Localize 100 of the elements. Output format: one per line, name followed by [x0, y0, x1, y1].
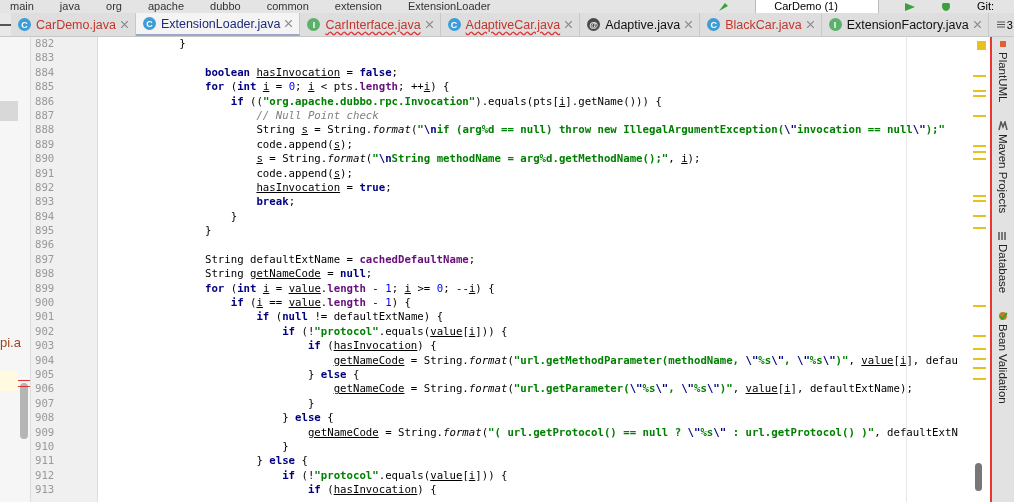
method-name: format: [327, 152, 366, 166]
close-icon[interactable]: [425, 21, 433, 28]
line-number: 892: [35, 180, 56, 196]
string-literal: String methodName = arg%d.getMethodName();": [391, 152, 669, 166]
close-icon[interactable]: [120, 21, 128, 28]
line-number: 886: [35, 94, 56, 109]
variable-name: i: [784, 382, 791, 396]
code-text: (: [250, 296, 257, 310]
method-name: format: [468, 382, 508, 396]
code-text: (!: [301, 468, 315, 482]
variable-name: i: [404, 281, 411, 295]
run-config-dropdown[interactable]: CarDemo (1): [755, 0, 879, 13]
breadcrumb-item[interactable]: org: [106, 0, 122, 13]
variable-name: s: [333, 166, 341, 180]
database-icon: [998, 230, 1008, 241]
file-type-icon: C: [18, 18, 31, 31]
close-icon[interactable]: [285, 20, 293, 27]
keyword: if: [307, 483, 321, 497]
code-text: , defaultExtN: [874, 425, 958, 439]
code-text: = String.: [410, 382, 469, 396]
escape-sequence: \": [655, 382, 669, 396]
number-literal: 1: [385, 281, 392, 295]
breadcrumb-item[interactable]: main: [10, 0, 34, 13]
code-text: .: [320, 296, 328, 310]
field-name: length: [327, 281, 366, 295]
close-icon[interactable]: [806, 21, 814, 28]
line-number: 883: [35, 51, 56, 66]
scrollbar-thumb[interactable]: [975, 463, 982, 491]
code-text: ;: [391, 281, 400, 295]
code-text: = String.: [269, 152, 328, 166]
keyword: int: [237, 80, 258, 94]
keyword: null: [282, 310, 308, 324]
escape-sequence: \": [796, 353, 810, 367]
code-text: ,: [848, 353, 856, 367]
variable-name: hasInvocation: [333, 483, 418, 497]
close-icon[interactable]: [973, 21, 981, 28]
breadcrumb-item[interactable]: apache: [147, 0, 185, 13]
code-text: (: [507, 353, 514, 367]
code-text: String defaultExtName =: [204, 252, 354, 266]
breadcrumb-item[interactable]: common: [266, 0, 309, 13]
editor-tab[interactable]: C ExtensionLoader.java: [135, 13, 301, 36]
keyword: if: [282, 324, 296, 338]
string-literal: %s: [809, 353, 823, 367]
code-text: code.append(: [256, 166, 334, 180]
code-text: }: [282, 411, 290, 425]
project-tree-text[interactable]: pi.a: [0, 335, 21, 350]
keyword: for: [204, 80, 225, 94]
close-icon[interactable]: [565, 21, 573, 28]
line-number: 885: [35, 80, 56, 95]
field-name: length: [359, 80, 399, 94]
breadcrumb-item[interactable]: dubbo: [210, 0, 241, 13]
close-icon[interactable]: [685, 21, 693, 28]
code-text: {: [301, 454, 308, 468]
collapse-button[interactable]: [0, 13, 11, 36]
tool-window-button[interactable]: Bean Validation: [997, 311, 1009, 404]
breadcrumb-item[interactable]: ExtensionLoader: [407, 0, 491, 13]
keyword: break: [256, 195, 289, 209]
number-literal: 0: [288, 80, 296, 94]
code-text: .equals(: [378, 468, 431, 482]
variable-name: hasInvocation: [333, 339, 418, 353]
code-text: ((: [250, 94, 263, 108]
line-number: 899: [35, 281, 56, 297]
code-text: }: [307, 368, 316, 381]
code-text: ,: [668, 152, 676, 166]
escape-sequence: \n: [423, 123, 437, 137]
string-literal: invocation == null: [797, 123, 913, 137]
escape-sequence: \": [681, 382, 695, 396]
code-text: }: [282, 439, 289, 453]
line-number: 912: [35, 468, 56, 484]
tool-window-button[interactable]: Database: [997, 230, 1009, 293]
variable-name: getNameCode: [250, 267, 321, 281]
string-literal: : url.getProtocol() )": [732, 425, 875, 439]
line-number: 889: [35, 137, 56, 153]
code-text: (: [327, 339, 334, 353]
variable-name: i: [468, 468, 476, 482]
variable-name: i: [899, 353, 907, 367]
line-number: 890: [35, 152, 56, 167]
file-type-icon: I: [828, 18, 842, 31]
code-text: ) {: [417, 483, 437, 497]
line-number: 891: [35, 166, 56, 181]
tool-window-button[interactable]: Maven Projects: [997, 120, 1009, 213]
variable-name: value: [430, 324, 463, 338]
keyword: else: [295, 411, 321, 425]
scrollbar-thumb[interactable]: [20, 383, 28, 439]
run-icon[interactable]: [904, 2, 915, 11]
keyword: null: [340, 267, 366, 281]
tool-window-button[interactable]: PlantUML: [997, 39, 1009, 103]
variable-name: i: [262, 80, 270, 94]
breadcrumb-item[interactable]: extension: [334, 0, 382, 13]
keyword: int: [237, 281, 258, 295]
variable-name: value: [861, 353, 894, 367]
escape-sequence: \": [771, 353, 785, 367]
keyword: for: [204, 281, 225, 295]
bean-check-icon: [998, 311, 1008, 321]
code-text: }: [307, 396, 315, 410]
breadcrumb-item[interactable]: java: [59, 0, 81, 13]
string-literal: ,: [784, 353, 792, 367]
line-number: 913: [35, 483, 56, 498]
escape-sequence: \": [687, 425, 701, 439]
variable-name: value: [288, 281, 321, 295]
